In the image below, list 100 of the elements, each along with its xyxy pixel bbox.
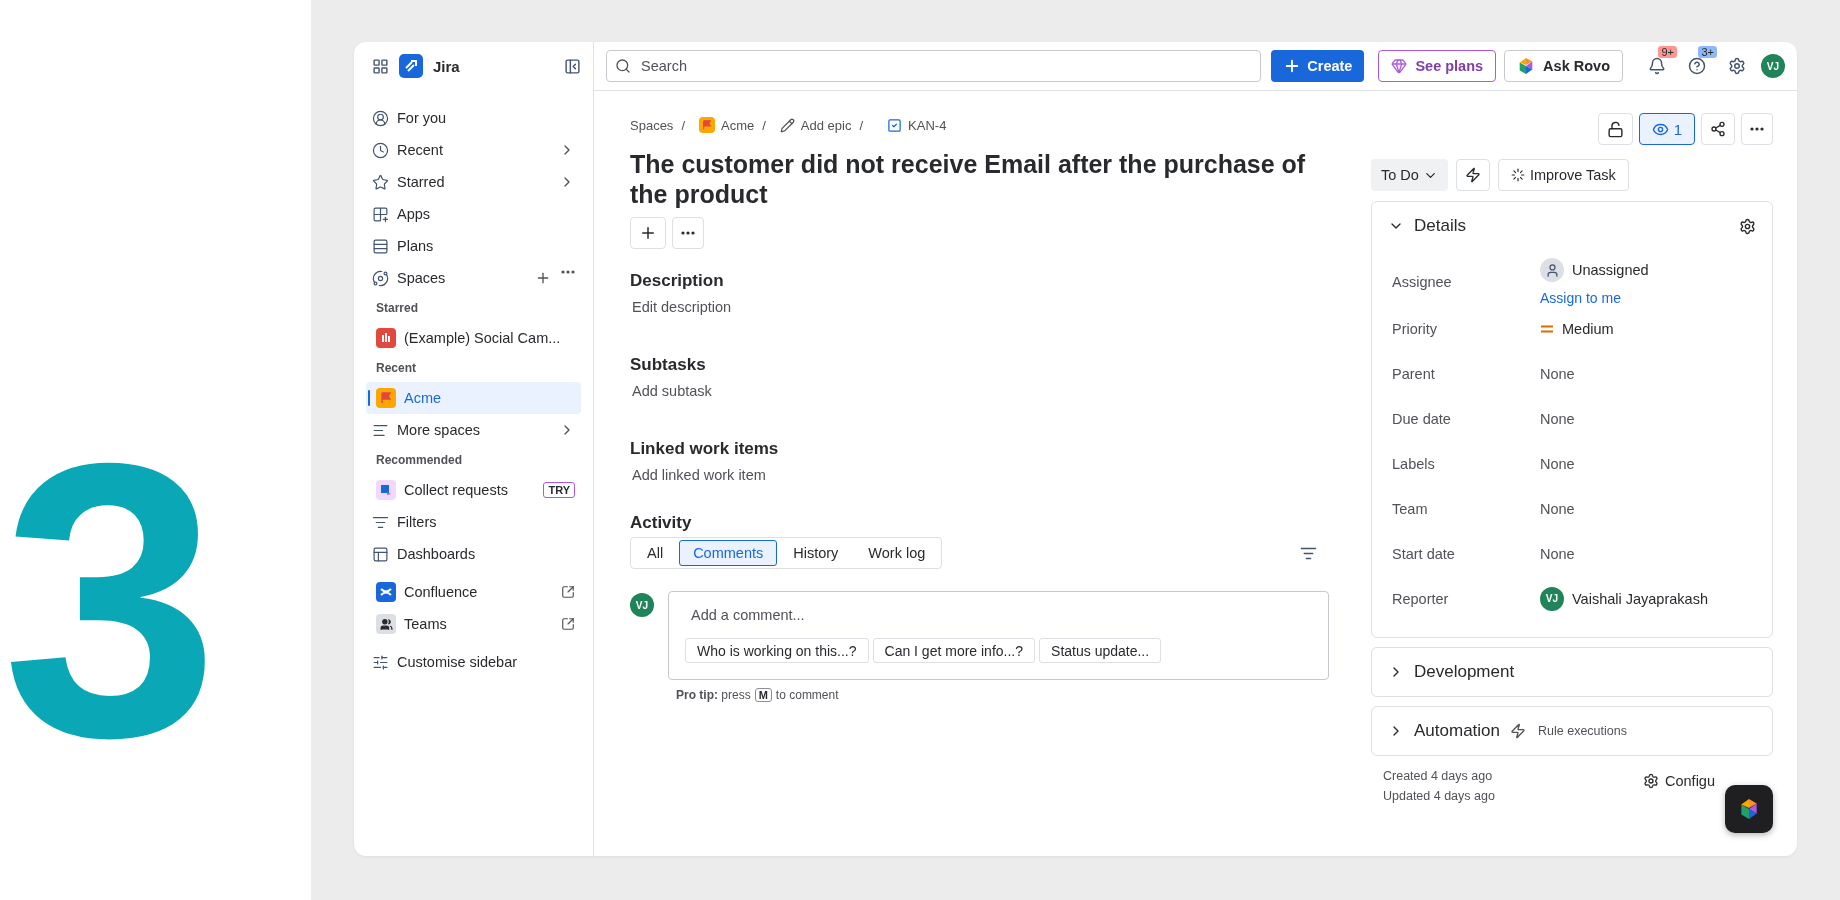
updated-date: Updated 4 days ago bbox=[1383, 789, 1495, 803]
rows-icon bbox=[372, 237, 389, 255]
watch-button[interactable]: 1 bbox=[1638, 113, 1695, 145]
field-value[interactable]: None bbox=[1540, 455, 1575, 472]
gem-icon bbox=[1391, 58, 1408, 74]
field-value: Unassigned bbox=[1572, 262, 1649, 278]
flag-logo-icon bbox=[699, 117, 715, 133]
configure-button[interactable]: Configu bbox=[1643, 769, 1715, 793]
share-button[interactable] bbox=[1701, 113, 1735, 145]
section-placeholder[interactable]: Add linked work item bbox=[630, 467, 1329, 483]
issue-title: The customer did not receive Email after the purchase of the product bbox=[630, 149, 1307, 209]
sidebar-item[interactable]: Collect requests TRY bbox=[366, 474, 581, 506]
clock-icon bbox=[372, 141, 389, 159]
sidebar-item[interactable]: Starred bbox=[366, 166, 581, 198]
panel-note: Rule executions bbox=[1538, 724, 1627, 738]
pencil-icon bbox=[779, 117, 795, 133]
sidebar-item[interactable]: Recent bbox=[366, 134, 581, 166]
app-name: Jira bbox=[433, 57, 461, 75]
search-field[interactable]: Search bbox=[606, 50, 1262, 82]
sidebar-heading: Recent bbox=[375, 360, 417, 377]
share-icon bbox=[1710, 121, 1726, 137]
see-plans-button[interactable]: See plans bbox=[1378, 50, 1497, 82]
activity-tab[interactable]: History bbox=[779, 540, 853, 566]
breadcrumb-link[interactable]: Add epic bbox=[779, 117, 852, 133]
breadcrumb-link[interactable]: Spaces bbox=[630, 117, 674, 133]
app-switcher-icon[interactable] bbox=[372, 57, 389, 75]
plus-icon[interactable] bbox=[535, 270, 551, 286]
field-value[interactable]: None bbox=[1540, 410, 1575, 427]
create-button[interactable]: Create bbox=[1271, 50, 1365, 82]
sidebar-heading: Starred bbox=[375, 300, 420, 317]
keyboard-key: M bbox=[754, 688, 772, 702]
rovo-chat-button[interactable] bbox=[1725, 785, 1773, 833]
sidebar-item[interactable]: Acme bbox=[366, 382, 581, 414]
breadcrumb-link[interactable]: Acme bbox=[699, 117, 755, 133]
section-heading: Linked work items bbox=[630, 439, 780, 459]
breadcrumb-separator: / bbox=[681, 117, 685, 133]
collapsed-panel[interactable]: Automation Rule executions bbox=[1371, 706, 1773, 756]
help-icon bbox=[1688, 57, 1706, 75]
person-avatar-icon bbox=[1540, 258, 1564, 282]
sidebar-heading: Recommended bbox=[375, 452, 464, 469]
field-value: Medium bbox=[1562, 320, 1614, 337]
lightning-icon bbox=[1510, 723, 1526, 739]
field-label: Parent bbox=[1392, 364, 1436, 384]
sidebar-item[interactable]: Plans bbox=[366, 230, 581, 262]
field-value[interactable]: None bbox=[1540, 545, 1575, 562]
sidebar-item[interactable]: Spaces bbox=[366, 262, 581, 294]
automation-button[interactable] bbox=[1455, 159, 1490, 191]
suggestion-chip[interactable]: Can I get more info...? bbox=[872, 638, 1036, 663]
field-label: Start date bbox=[1392, 544, 1456, 564]
external-link-icon[interactable] bbox=[561, 585, 575, 599]
sidebar-item[interactable]: Teams bbox=[366, 608, 581, 640]
comment-field[interactable]: Add a comment... Who is working on this...? Can I get more info...? Status update... bbox=[668, 591, 1329, 680]
sidebar-item[interactable]: More spaces bbox=[366, 414, 581, 446]
orbit-icon bbox=[372, 269, 389, 287]
step-number: 3 bbox=[2, 405, 219, 795]
field-label: Labels bbox=[1392, 454, 1436, 474]
section-placeholder[interactable]: Edit description bbox=[630, 299, 1329, 315]
external-link-icon[interactable] bbox=[561, 617, 575, 631]
ask-rovo-button[interactable]: Ask Rovo bbox=[1504, 50, 1623, 82]
status-dropdown[interactable]: To Do bbox=[1371, 159, 1448, 191]
flag-logo-icon bbox=[376, 388, 396, 408]
pro-tip-text: Pro tip: press bbox=[676, 688, 751, 702]
activity-tab[interactable]: All bbox=[633, 540, 678, 566]
sidebar-item[interactable]: (Example) Social Cam... bbox=[366, 322, 581, 354]
sidebar-item[interactable]: Confluence bbox=[366, 576, 581, 608]
help-count: 3+ bbox=[1698, 46, 1717, 58]
section-placeholder[interactable]: Add subtask bbox=[630, 383, 1329, 399]
sidebar-item[interactable]: Filters bbox=[366, 506, 581, 538]
more-icon[interactable] bbox=[561, 270, 575, 274]
notification-count: 9+ bbox=[1658, 46, 1677, 58]
panel-title: Details bbox=[1414, 216, 1467, 236]
search-input[interactable]: Search bbox=[639, 57, 1253, 75]
improve-task-button[interactable]: Improve Task bbox=[1497, 159, 1629, 191]
lock-button[interactable] bbox=[1597, 113, 1633, 145]
field-value[interactable]: None bbox=[1540, 365, 1575, 382]
sidebar-item[interactable]: For you bbox=[366, 102, 581, 134]
field-label: Due date bbox=[1392, 409, 1452, 429]
sidebar-item[interactable]: Apps bbox=[366, 198, 581, 230]
collapse-sidebar-icon[interactable] bbox=[564, 57, 581, 75]
sidebar-item[interactable]: Dashboards bbox=[366, 538, 581, 570]
settings-icon[interactable] bbox=[1739, 217, 1756, 235]
more-icon bbox=[1750, 127, 1764, 131]
user-avatar[interactable]: VJ bbox=[1761, 54, 1785, 78]
sidebar-item[interactable]: Customise sidebar bbox=[366, 646, 581, 678]
rovo-logo-icon bbox=[1738, 798, 1760, 820]
collapsed-panel[interactable]: Development bbox=[1371, 647, 1773, 697]
search-icon bbox=[615, 58, 631, 74]
activity-tab[interactable]: Comments bbox=[679, 540, 778, 566]
try-badge: TRY bbox=[543, 482, 575, 498]
suggestion-chip[interactable]: Status update... bbox=[1039, 638, 1162, 663]
suggestion-chip[interactable]: Who is working on this...? bbox=[685, 638, 869, 663]
assign-link[interactable]: Assign to me bbox=[1540, 290, 1752, 306]
section-heading: Activity bbox=[630, 513, 693, 533]
breadcrumb-link[interactable]: KAN-4 bbox=[887, 117, 947, 133]
field-value[interactable]: None bbox=[1540, 500, 1575, 517]
sparkle-icon bbox=[1510, 168, 1525, 182]
add-button[interactable] bbox=[630, 217, 666, 249]
activity-tab[interactable]: Work log bbox=[854, 540, 940, 566]
plus-icon bbox=[639, 224, 657, 242]
field-label: Team bbox=[1392, 499, 1429, 519]
